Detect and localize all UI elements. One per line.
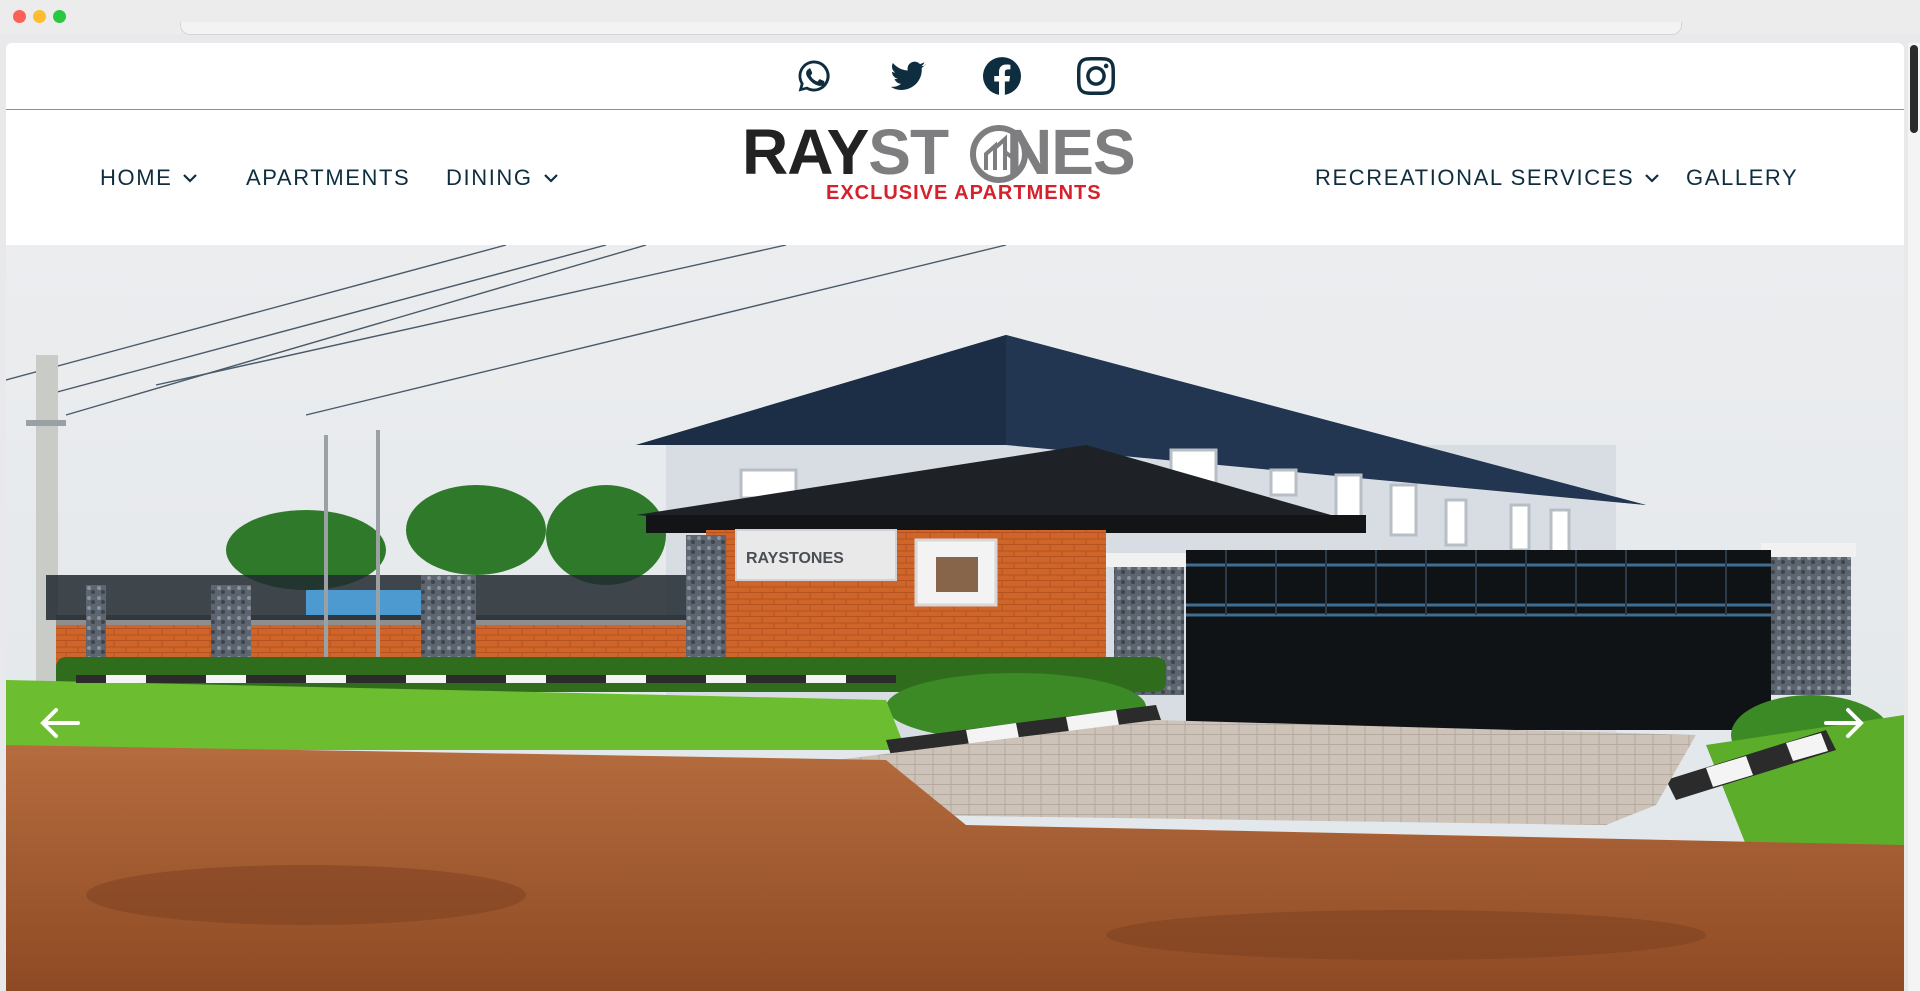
logo-wordmark: RAYST NES [742, 120, 1136, 184]
hero-slider: RAYSTONES [6, 245, 1904, 991]
hero-image: RAYSTONES [6, 245, 1904, 991]
nav-home[interactable]: HOME [100, 110, 198, 245]
hero-sign-text: RAYSTONES [746, 550, 844, 567]
web-page: HOME APARTMENTS DINING RECREATIONAL SERV… [6, 43, 1904, 991]
slider-next-button[interactable] [1822, 700, 1868, 746]
chevron-down-icon [1644, 172, 1660, 184]
nav-recreational-label: RECREATIONAL SERVICES [1315, 164, 1635, 190]
twitter-icon[interactable] [889, 57, 927, 95]
scrollbar-thumb[interactable] [1910, 45, 1918, 133]
logo-tagline: EXCLUSIVE APARTMENTS [826, 182, 1102, 204]
page-scrollbar[interactable] [1908, 43, 1920, 991]
slider-prev-button[interactable] [36, 700, 82, 746]
arrow-right-icon [1824, 708, 1864, 738]
nav-gallery[interactable]: GALLERY [1686, 110, 1798, 245]
arrow-left-icon [40, 708, 80, 738]
close-window-button[interactable] [13, 10, 26, 23]
logo-st: ST [868, 116, 949, 188]
minimize-window-button[interactable] [33, 10, 46, 23]
whatsapp-icon[interactable] [795, 57, 833, 95]
social-bar [6, 43, 1904, 110]
nav-dining-label: DINING [446, 164, 533, 190]
site-logo[interactable]: RAYST NES EXCLUSIVE APARTMENTS [742, 120, 1142, 220]
nav-home-label: HOME [100, 164, 173, 190]
nav-dining[interactable]: DINING [446, 110, 559, 245]
facebook-icon[interactable] [983, 57, 1021, 95]
zoom-window-button[interactable] [53, 10, 66, 23]
instagram-icon[interactable] [1077, 57, 1115, 95]
logo-ray: RAY [742, 116, 869, 188]
chevron-down-icon [543, 172, 559, 184]
nav-gallery-label: GALLERY [1686, 164, 1799, 190]
address-bar-edge [180, 22, 1682, 35]
logo-house-icon [970, 125, 1028, 183]
nav-apartments[interactable]: APARTMENTS [246, 110, 410, 245]
nav-recreational-services[interactable]: RECREATIONAL SERVICES [1315, 110, 1660, 245]
nav-apartments-label: APARTMENTS [246, 164, 411, 190]
chevron-down-icon [182, 172, 198, 184]
window-titlebar [0, 0, 1920, 35]
